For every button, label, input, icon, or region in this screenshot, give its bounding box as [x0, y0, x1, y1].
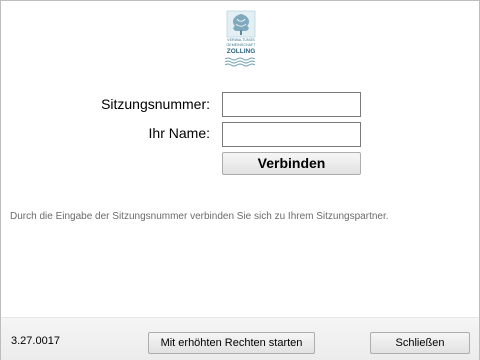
- session-number-input[interactable]: [222, 92, 361, 117]
- start-elevated-button[interactable]: Mit erhöhten Rechten starten: [148, 332, 315, 354]
- logo-text-line1: VERWALTUNGS: [227, 38, 255, 42]
- logo-name: ZOLLING: [226, 48, 256, 55]
- tree-emblem-icon: [226, 10, 256, 38]
- version-number: 3.27.0017: [11, 335, 60, 347]
- session-number-label: Sitzungsnummer:: [101, 96, 210, 112]
- connect-button[interactable]: Verbinden: [222, 152, 361, 175]
- organization-logo: VERWALTUNGS GEMEINSCHAFT ZOLLING: [223, 10, 259, 68]
- your-name-label: Ihr Name:: [148, 125, 210, 141]
- dialog-window: VERWALTUNGS GEMEINSCHAFT ZOLLING Sitzung…: [0, 0, 480, 360]
- close-button[interactable]: Schließen: [370, 332, 470, 354]
- logo-text-line2: GEMEINSCHAFT: [226, 43, 256, 47]
- waves-icon: [224, 57, 256, 67]
- instruction-text: Durch die Eingabe der Sitzungsnummer ver…: [10, 211, 389, 222]
- footer-bar: 3.27.0017 Mit erhöhten Rechten starten S…: [1, 317, 479, 360]
- your-name-input[interactable]: [222, 122, 361, 147]
